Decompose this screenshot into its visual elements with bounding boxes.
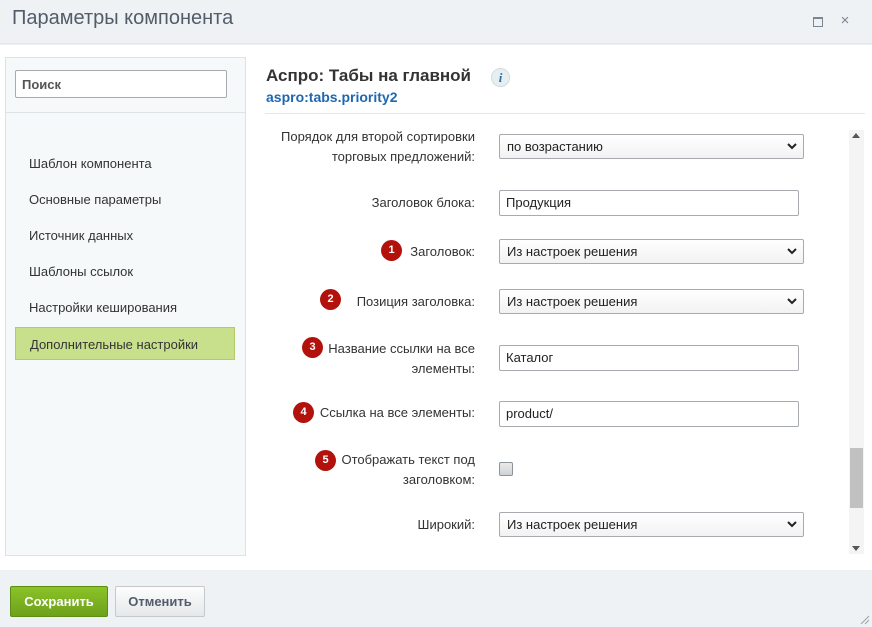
form-scrollbar[interactable] (849, 130, 864, 554)
input-all-link-url[interactable]: product/ (499, 401, 799, 427)
scroll-down-icon[interactable] (852, 546, 860, 551)
field-label-block-title: Заголовок блока: (371, 195, 475, 210)
component-code: aspro:tabs.priority2 (266, 89, 398, 105)
scrollbar-thumb[interactable] (850, 448, 863, 508)
field-label-all-link-name: Название ссылки на все элементы: (265, 339, 475, 379)
label-line: торговых предложений: (331, 149, 475, 164)
chevron-down-icon (787, 143, 797, 150)
info-icon[interactable]: i (491, 68, 510, 87)
field-label-second-sort-order: Порядок для второй сортировки торговых п… (265, 127, 475, 167)
dialog-content: Шаблон компонента Основные параметры Ист… (0, 45, 872, 570)
scroll-up-icon[interactable] (852, 133, 860, 138)
field-label-all-link-url: Ссылка на все элементы: (319, 405, 475, 420)
select-value: Из настроек решения (507, 517, 638, 532)
select-value: Из настроек решения (507, 294, 638, 309)
dialog-title: Параметры компонента (12, 7, 234, 29)
field-label-title: Заголовок: (410, 244, 475, 259)
select-title-position[interactable]: Из настроек решения (499, 289, 804, 314)
input-all-link-name[interactable]: Каталог (499, 345, 799, 371)
select-value: по возрастанию (507, 139, 603, 154)
label-line: элементы: (411, 361, 475, 376)
header-divider (265, 113, 865, 114)
select-title[interactable]: Из настроек решения (499, 239, 804, 264)
sidebar-item-additional-settings[interactable]: Дополнительные настройки (15, 327, 235, 360)
sidebar-item-basic-params[interactable]: Основные параметры (15, 183, 235, 216)
label-line: заголовком: (402, 472, 475, 487)
label-line: Порядок для второй сортировки (281, 129, 475, 144)
sidebar-item-component-template[interactable]: Шаблон компонента (15, 147, 235, 180)
select-wide[interactable]: Из настроек решения (499, 512, 804, 537)
settings-form: Порядок для второй сортировки торговых п… (265, 115, 848, 555)
field-label-wide: Широкий: (417, 517, 475, 532)
field-label-show-text-under-title: Отображать текст под заголовком: (265, 450, 475, 490)
sidebar-divider (6, 112, 245, 113)
dialog-footer: Сохранить Отменить (0, 570, 872, 627)
maximize-icon[interactable] (810, 13, 826, 29)
chevron-down-icon (787, 521, 797, 528)
component-name: Аспро: Табы на главной (266, 66, 471, 85)
label-line: Название ссылки на все (328, 341, 475, 356)
label-line: Отображать текст под (341, 452, 475, 467)
save-button[interactable]: Сохранить (10, 586, 108, 617)
checkbox-show-text-under-title[interactable] (499, 462, 513, 476)
chevron-down-icon (787, 248, 797, 255)
select-value: Из настроек решения (507, 244, 638, 259)
sidebar-item-cache-settings[interactable]: Настройки кеширования (15, 291, 235, 324)
sidebar-item-link-templates[interactable]: Шаблоны ссылок (15, 255, 235, 288)
sidebar-item-data-source[interactable]: Источник данных (15, 219, 235, 252)
search-input[interactable] (15, 70, 227, 98)
select-second-sort-order[interactable]: по возрастанию (499, 134, 804, 159)
chevron-down-icon (787, 298, 797, 305)
field-label-title-position: Позиция заголовка: (356, 294, 475, 309)
dialog-titlebar: Параметры компонента × (0, 0, 872, 44)
cancel-button[interactable]: Отменить (115, 586, 205, 617)
input-block-title[interactable]: Продукция (499, 190, 799, 216)
sidebar: Шаблон компонента Основные параметры Ист… (5, 57, 246, 556)
resize-grip-icon[interactable] (860, 615, 870, 625)
close-icon[interactable]: × (837, 13, 853, 29)
